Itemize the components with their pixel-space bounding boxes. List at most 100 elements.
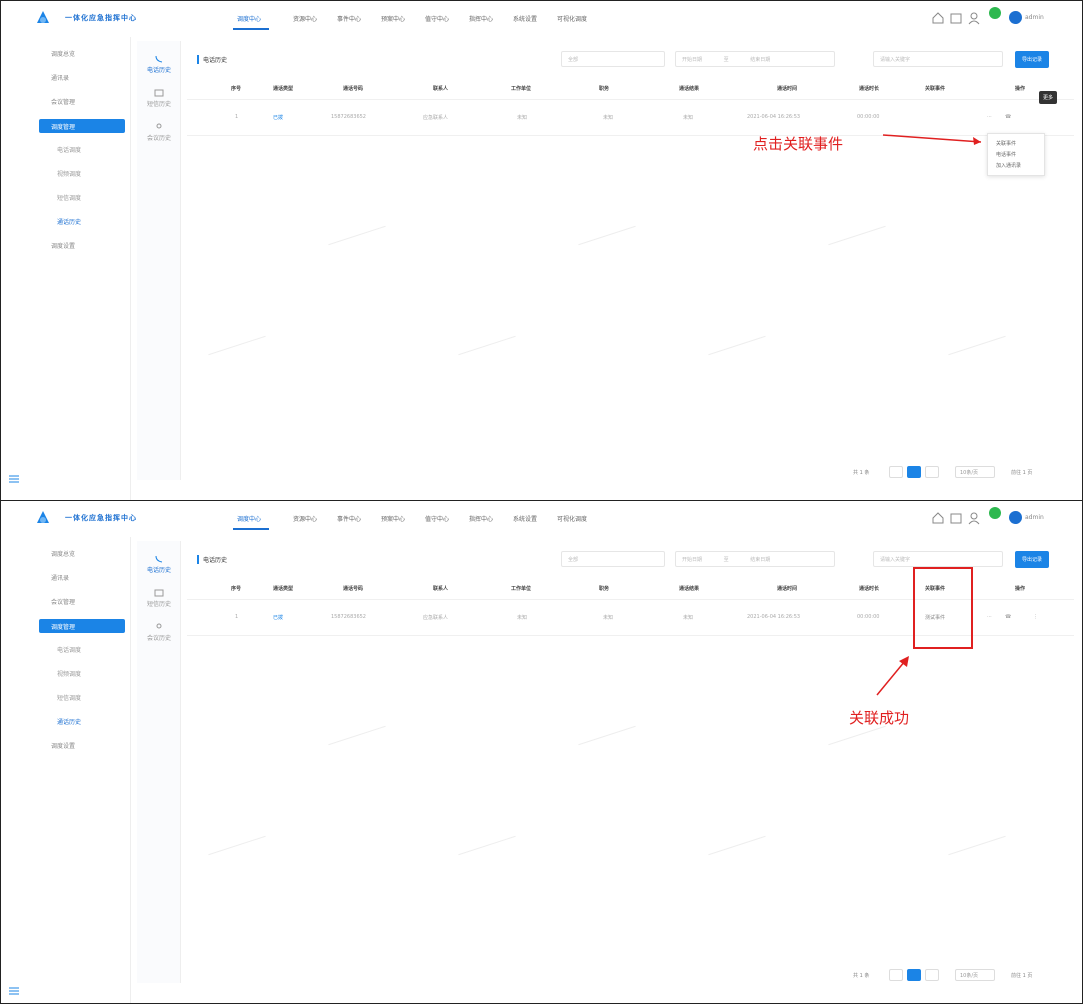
export-button[interactable]: 导出记录 xyxy=(1015,51,1050,68)
nav-plans[interactable]: 预案中心 xyxy=(381,514,405,523)
search-input[interactable]: 请输入关键字 xyxy=(873,551,1003,567)
sidebar-item-meetings[interactable]: 会议管理 xyxy=(51,97,75,106)
watermark xyxy=(578,225,636,246)
menu-collapse-icon[interactable] xyxy=(9,987,19,995)
sidebar-sub-sms[interactable]: 短信调度 xyxy=(57,193,81,202)
subnav-label: 电话历史 xyxy=(146,567,171,574)
export-button[interactable]: 导出记录 xyxy=(1015,551,1050,568)
nav-command[interactable]: 指挥中心 xyxy=(469,514,493,523)
user-name[interactable]: admin xyxy=(1025,14,1044,21)
annotation-step2: 关联成功 xyxy=(849,709,910,727)
calendar-icon[interactable] xyxy=(949,511,963,525)
sidebar-sub-video[interactable]: 视频调度 xyxy=(57,169,81,178)
watermark xyxy=(328,225,386,246)
notification-icon[interactable] xyxy=(989,7,1001,19)
pager-total: 共 1 条 xyxy=(853,470,870,476)
calendar-icon[interactable] xyxy=(949,11,963,25)
pager-prev-button[interactable] xyxy=(889,466,903,478)
phone-call-icon[interactable]: ☎ xyxy=(1005,614,1011,620)
screenshot-before: 一体化应急指挥中心 调度中心 资源中心 事件中心 预案中心 值守中心 指挥中心 … xyxy=(0,0,1083,500)
nav-events[interactable]: 事件中心 xyxy=(337,14,361,23)
more-icon[interactable]: ⋯ xyxy=(987,114,992,120)
nav-dispatch[interactable]: 调度中心 xyxy=(237,14,261,23)
pager-next-button[interactable] xyxy=(925,969,939,981)
pager-goto[interactable]: 前往 1 页 xyxy=(1011,972,1032,979)
type-filter-select[interactable]: 全部 xyxy=(561,551,665,567)
user-icon[interactable] xyxy=(967,511,981,525)
avatar[interactable] xyxy=(1009,511,1022,524)
sidebar-item-dispatch-settings[interactable]: 调度设置 xyxy=(51,741,75,750)
date-end: 结束日期 xyxy=(750,57,771,63)
user-icon[interactable] xyxy=(967,11,981,25)
subnav-phone-history[interactable]: 电话历史 xyxy=(137,555,181,574)
pager-size-select[interactable]: 10条/页 xyxy=(955,969,995,981)
type-filter-select[interactable]: 全部 xyxy=(561,51,665,67)
subnav-meeting-history[interactable]: 会议历史 xyxy=(137,623,181,642)
cell-duration: 00:00:00 xyxy=(857,114,880,120)
top-bar: 一体化应急指挥中心 调度中心 资源中心 事件中心 预案中心 值守中心 指挥中心 … xyxy=(1,501,1082,537)
watermark xyxy=(828,225,886,246)
col-actions: 操作 xyxy=(1015,586,1026,592)
nav-settings[interactable]: 系统设置 xyxy=(513,14,537,23)
kebab-icon[interactable]: ⋮ xyxy=(1033,614,1038,620)
home-icon[interactable] xyxy=(931,11,945,25)
subnav-sms-history[interactable]: 短信历史 xyxy=(137,89,181,108)
pager-page-current[interactable] xyxy=(907,969,921,981)
sidebar-active-label: 调度管理 xyxy=(51,124,76,131)
nav-plans[interactable]: 预案中心 xyxy=(381,14,405,23)
top-bar: 一体化应急指挥中心 调度中心 资源中心 事件中心 预案中心 值守中心 指挥中心 … xyxy=(1,1,1082,37)
pager-goto[interactable]: 前往 1 页 xyxy=(1011,469,1032,476)
sidebar-item-overview[interactable]: 调度总览 xyxy=(51,49,75,58)
nav-settings[interactable]: 系统设置 xyxy=(513,514,537,523)
menu-item-add-contact[interactable]: 加入通讯录 xyxy=(988,160,1044,171)
sidebar-sub-sms[interactable]: 短信调度 xyxy=(57,693,81,702)
cell-duration: 00:00:00 xyxy=(857,614,880,620)
search-input[interactable]: 请输入关键字 xyxy=(873,51,1003,67)
nav-duty[interactable]: 值守中心 xyxy=(425,514,449,523)
sidebar-sub-video[interactable]: 视频调度 xyxy=(57,669,81,678)
main-content: 电话历史 全部 开始日期 至 结束日期 请输入关键字 导出记录 序号 通话类型 … xyxy=(187,45,1074,480)
sidebar-item-contacts[interactable]: 通讯录 xyxy=(51,73,69,82)
home-icon[interactable] xyxy=(931,511,945,525)
phone-call-icon[interactable]: ☎ xyxy=(1005,114,1011,120)
notification-icon[interactable] xyxy=(989,507,1001,519)
subnav-sms-history[interactable]: 短信历史 xyxy=(137,589,181,608)
sidebar-item-dispatch-management[interactable]: 调度管理 xyxy=(39,119,125,133)
sidebar-item-meetings[interactable]: 会议管理 xyxy=(51,597,75,606)
more-icon[interactable]: ⋯ xyxy=(987,614,992,620)
menu-item-phone-event[interactable]: 电话事件 xyxy=(988,149,1044,160)
pager-next-button[interactable] xyxy=(925,466,939,478)
cell-index: 1 xyxy=(235,114,239,120)
pager-page-current[interactable] xyxy=(907,466,921,478)
sidebar-item-overview[interactable]: 调度总览 xyxy=(51,549,75,558)
date-range-picker[interactable]: 开始日期 至 结束日期 xyxy=(675,51,835,67)
cell-position: 未知 xyxy=(603,115,614,121)
phone-icon xyxy=(155,555,163,563)
nav-resources[interactable]: 资源中心 xyxy=(293,14,317,23)
col-call-type: 通话类型 xyxy=(273,586,294,592)
user-name[interactable]: admin xyxy=(1025,514,1044,521)
sidebar-item-contacts[interactable]: 通讯录 xyxy=(51,573,69,582)
sidebar-sub-phone[interactable]: 电话调度 xyxy=(57,145,81,154)
nav-duty[interactable]: 值守中心 xyxy=(425,14,449,23)
nav-visual[interactable]: 可视化调度 xyxy=(557,514,587,523)
date-range-picker[interactable]: 开始日期 至 结束日期 xyxy=(675,551,835,567)
sidebar-item-dispatch-management[interactable]: 调度管理 xyxy=(39,619,125,633)
pager-prev-button[interactable] xyxy=(889,969,903,981)
sidebar-item-dispatch-settings[interactable]: 调度设置 xyxy=(51,241,75,250)
subnav-phone-history[interactable]: 电话历史 xyxy=(137,55,181,74)
sidebar-sub-call-history[interactable]: 通话历史 xyxy=(57,217,81,226)
avatar[interactable] xyxy=(1009,11,1022,24)
menu-collapse-icon[interactable] xyxy=(9,475,19,483)
nav-dispatch[interactable]: 调度中心 xyxy=(237,514,261,523)
col-number: 通话号码 xyxy=(343,586,364,592)
nav-events[interactable]: 事件中心 xyxy=(337,514,361,523)
pager-size-select[interactable]: 10条/页 xyxy=(955,466,995,478)
sidebar-sub-phone[interactable]: 电话调度 xyxy=(57,645,81,654)
nav-command[interactable]: 指挥中心 xyxy=(469,14,493,23)
nav-visual[interactable]: 可视化调度 xyxy=(557,14,587,23)
menu-item-link-event[interactable]: 关联事件 xyxy=(988,138,1044,149)
subnav-meeting-history[interactable]: 会议历史 xyxy=(137,123,181,142)
nav-resources[interactable]: 资源中心 xyxy=(293,514,317,523)
sidebar-sub-call-history[interactable]: 通话历史 xyxy=(57,717,81,726)
